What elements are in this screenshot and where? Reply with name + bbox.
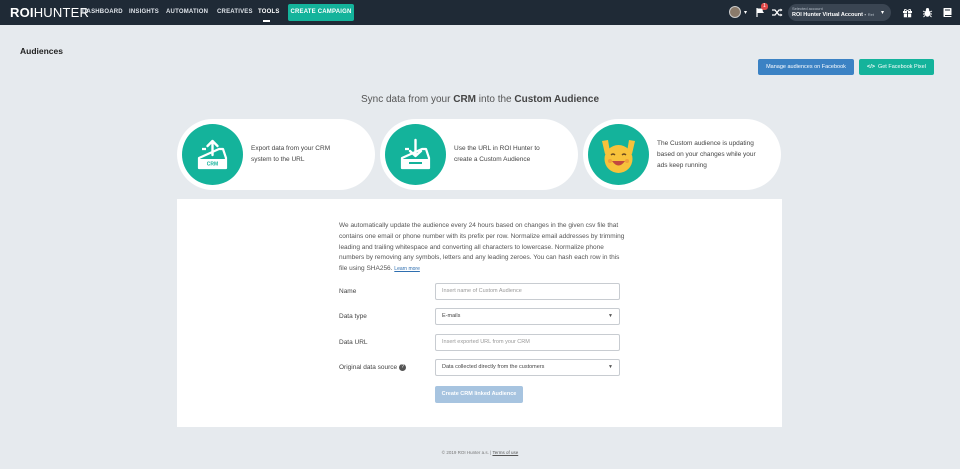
data-type-select[interactable]: E-mails ▼ <box>435 308 620 325</box>
get-facebook-pixel-button[interactable]: </> Get Facebook Pixel <box>859 59 934 75</box>
step-description: Use the URL in ROI Hunter to create a Cus… <box>454 145 540 163</box>
data-url-label: Data URL <box>339 339 368 346</box>
data-type-label: Data type <box>339 313 367 320</box>
shuffle-icon[interactable] <box>771 7 783 18</box>
gift-icon[interactable] <box>902 7 913 18</box>
step-description: Export data from your CRM system to the U… <box>251 145 331 163</box>
bug-icon[interactable] <box>922 7 933 18</box>
nav-automation[interactable]: AUTOMATION <box>166 9 208 16</box>
step-description: The Custom audience is updating based on … <box>657 140 756 169</box>
active-tab-indicator <box>263 20 270 22</box>
notification-count-badge: 1 <box>761 3 768 10</box>
step-use-url: Use the URL in ROI Hunter to create a Cus… <box>380 119 578 190</box>
data-url-input[interactable]: Insert exported URL from your CRM <box>435 334 620 351</box>
footer: © 2019 ROI Hunter a.s. | Terms of use <box>441 450 519 455</box>
step-circle: CRM <box>182 124 243 185</box>
download-tray-icon <box>400 138 431 170</box>
page-title: Audiences <box>20 46 63 56</box>
top-navigation: ROIHUNTER DASHBOARD INSIGHTS AUTOMATION … <box>0 0 960 25</box>
crm-badge-label: CRM <box>207 162 218 168</box>
account-chevron-down-icon: ▾ <box>881 10 885 16</box>
book-icon[interactable] <box>942 7 953 18</box>
create-audience-button[interactable]: Create CRM linked Audience <box>435 386 523 403</box>
help-icon[interactable]: ? <box>399 364 407 371</box>
crm-export-icon: CRM <box>197 139 228 170</box>
manage-audiences-button[interactable]: Manage audiences on Facebook <box>758 59 854 75</box>
nav-tools[interactable]: TOOLS <box>258 9 280 16</box>
create-campaign-button[interactable]: CREATE CAMPAIGN <box>288 4 354 21</box>
name-input[interactable]: Insert name of Custom Audience <box>435 283 620 300</box>
nav-creatives[interactable]: CREATIVES <box>217 9 253 16</box>
form-description: We automatically update the audience eve… <box>339 222 625 273</box>
user-menu-chevron-icon[interactable]: ▾ <box>744 9 747 16</box>
learn-more-link[interactable]: Learn more <box>394 266 420 272</box>
step-export: CRM Export data from your CRM system to t… <box>177 119 375 190</box>
nav-dashboard[interactable]: DASHBOARD <box>82 9 123 16</box>
roi-hunter-logo[interactable]: ROIHUNTER <box>10 6 89 19</box>
code-icon: </> <box>867 64 875 70</box>
crm-audience-form: We automatically update the audience eve… <box>177 199 782 427</box>
nav-insights[interactable]: INSIGHTS <box>129 9 159 16</box>
step-circle <box>385 124 446 185</box>
terms-of-use-link[interactable]: Terms of use <box>492 450 518 455</box>
data-source-select[interactable]: Data collected directly from the custome… <box>435 359 620 376</box>
chevron-down-icon: ▼ <box>608 364 613 370</box>
data-source-label: Original data source? <box>339 364 407 371</box>
user-avatar[interactable] <box>729 6 741 18</box>
step-circle <box>588 124 649 185</box>
account-selector[interactable]: Selected account ROI Hunter Virtual Acco… <box>788 4 891 21</box>
chevron-down-icon: ▼ <box>608 313 613 319</box>
cheering-face-icon <box>602 140 635 173</box>
step-updating: The Custom audience is updating based on … <box>583 119 781 190</box>
name-label: Name <box>339 288 357 295</box>
account-name: ROI Hunter Virtual Account - Ret <box>792 12 875 18</box>
sync-heading: Sync data from your CRM into the Custom … <box>360 94 600 105</box>
